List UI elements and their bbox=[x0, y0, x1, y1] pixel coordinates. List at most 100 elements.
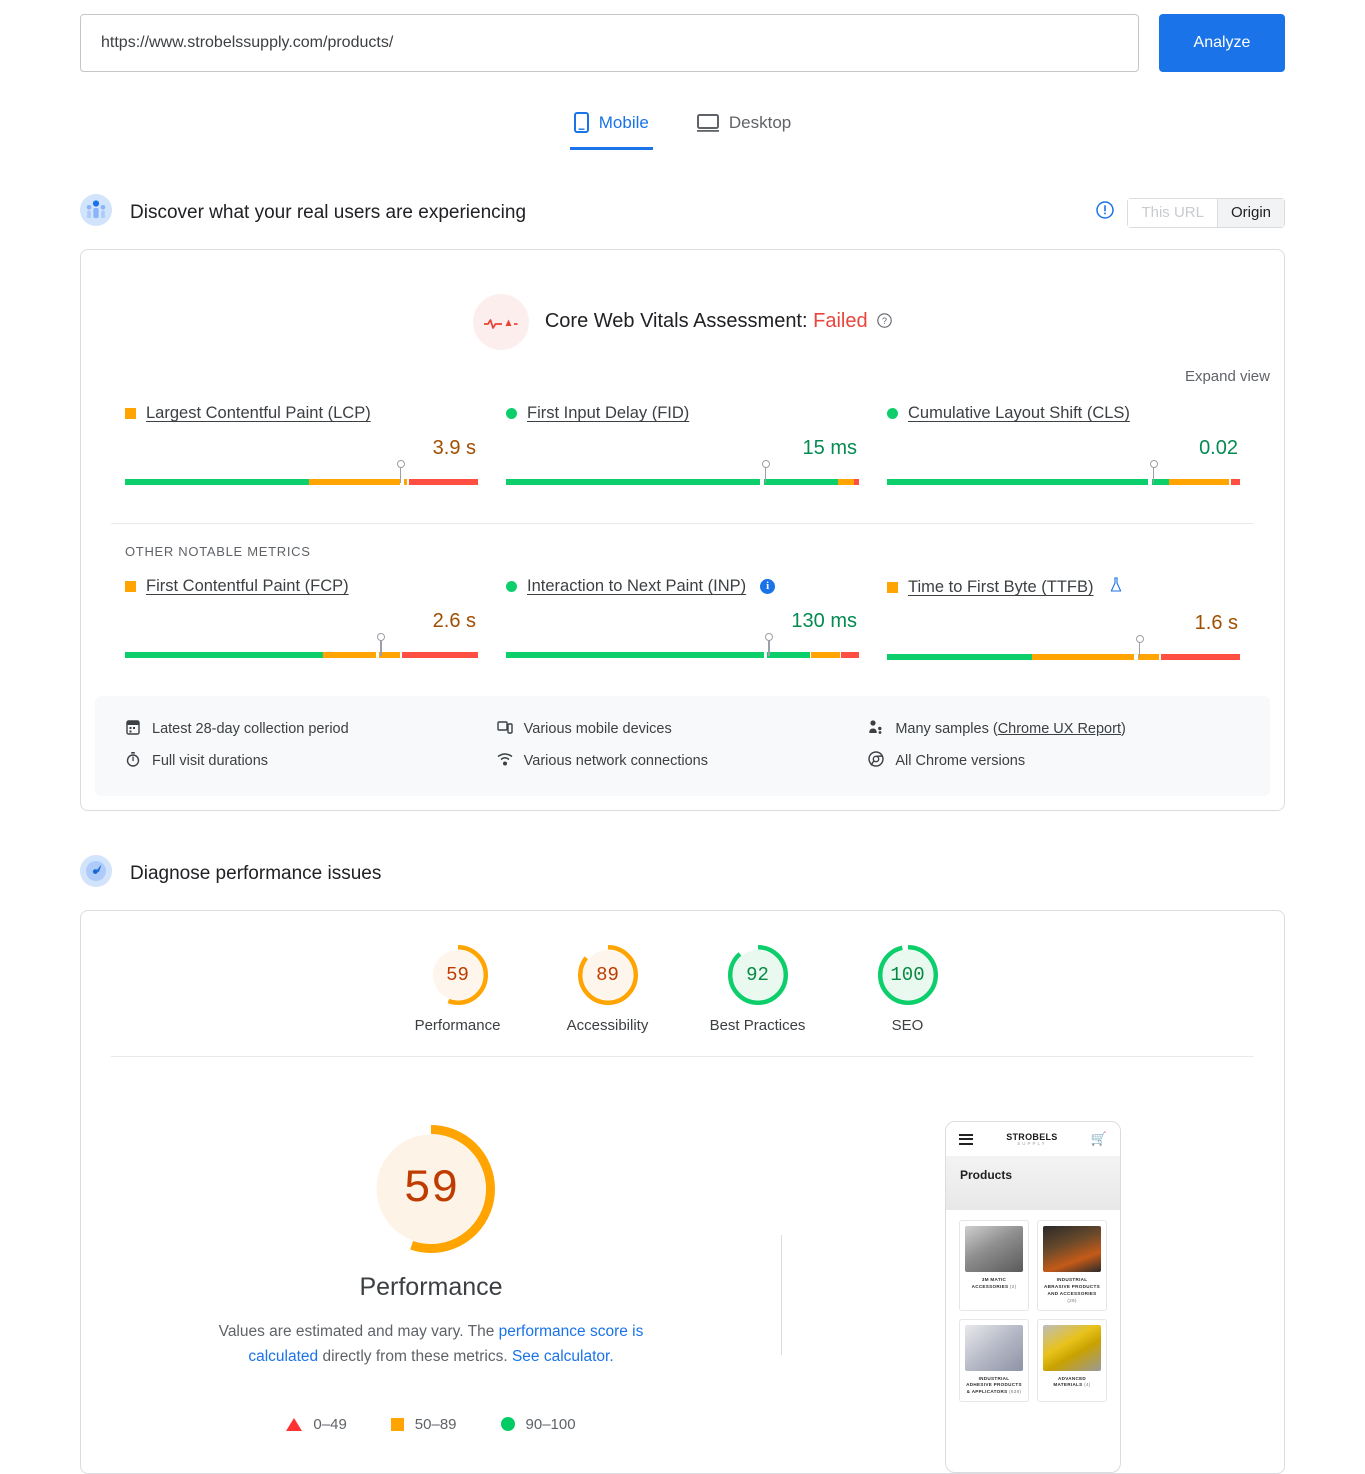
tab-desktop[interactable]: Desktop bbox=[693, 106, 795, 150]
samples-icon bbox=[868, 719, 884, 739]
needle-stem bbox=[399, 466, 402, 483]
product-caption: 3M MATIC ACCESSORIES (2) bbox=[971, 1277, 1017, 1289]
metric-name[interactable]: Cumulative Layout Shift (CLS) bbox=[908, 404, 1130, 423]
score-0[interactable]: 59 Performance bbox=[383, 945, 533, 1034]
cwv-assessment-prefix: Core Web Vitals Assessment: bbox=[544, 310, 814, 333]
meta-item-text: All Chrome versions bbox=[895, 753, 1026, 769]
screenshot-product-card: ADVANCED MATERIALS (4) bbox=[1037, 1318, 1107, 1403]
meta-item: Many samples (Chrome UX Report) bbox=[868, 713, 1240, 745]
metric-name[interactable]: Time to First Byte (TTFB) bbox=[908, 578, 1093, 597]
site-logo: STROBELS SUPPLY bbox=[973, 1132, 1091, 1146]
metric-header: First Input Delay (FID) bbox=[506, 404, 859, 423]
performance-summary: 59 Performance Values are estimated and … bbox=[81, 1115, 781, 1473]
see-calculator-link[interactable]: See calculator. bbox=[512, 1348, 614, 1365]
legend-circle-icon bbox=[500, 1417, 515, 1432]
metric-header: Largest Contentful Paint (LCP) bbox=[125, 404, 478, 423]
tab-mobile[interactable]: Mobile bbox=[569, 106, 653, 150]
other-notable-metrics-label: OTHER NOTABLE METRICS bbox=[125, 544, 311, 559]
bar-segment-green bbox=[767, 652, 810, 658]
field-section-title: Discover what your real users are experi… bbox=[130, 201, 527, 223]
url-input[interactable] bbox=[80, 14, 1139, 72]
svg-text:?: ? bbox=[882, 316, 887, 326]
needle-stem bbox=[380, 639, 382, 656]
hamburger-icon bbox=[959, 1131, 973, 1147]
bar-segment-orange bbox=[811, 652, 840, 658]
scope-this-url-button[interactable]: This URL bbox=[1127, 197, 1217, 228]
chrome-ux-report-link[interactable]: Chrome UX Report bbox=[998, 721, 1121, 737]
scope-control: This URL Origin bbox=[1096, 197, 1285, 228]
meta-item: Various mobile devices bbox=[496, 713, 869, 745]
metric-value: 2.6 s bbox=[432, 610, 476, 632]
metric-distribution-bar bbox=[125, 460, 478, 493]
score-label: SEO bbox=[891, 1017, 924, 1034]
metric-header: Interaction to Next Paint (INP) i bbox=[506, 577, 859, 596]
info-icon[interactable] bbox=[1096, 201, 1115, 224]
bar-segment-orange bbox=[837, 479, 854, 485]
needle-stem bbox=[764, 466, 767, 483]
score-gauge: 89 bbox=[577, 945, 638, 1005]
metric-core-1: First Input Delay (FID) 15 ms bbox=[492, 404, 873, 493]
help-icon[interactable]: ? bbox=[872, 311, 893, 333]
metric-name[interactable]: First Contentful Paint (FCP) bbox=[146, 577, 349, 596]
bar-segment-orange bbox=[379, 652, 401, 658]
needle-head bbox=[1135, 635, 1144, 643]
page-screenshot-thumbnail: STROBELS SUPPLY 🛒 Products 3M MATIC ACCE… bbox=[945, 1121, 1121, 1473]
metric-name[interactable]: Largest Contentful Paint (LCP) bbox=[146, 404, 371, 423]
lighthouse-card: 59 Performance 89 Accessibility 92 Best … bbox=[80, 910, 1285, 1474]
metric-name[interactable]: First Input Delay (FID) bbox=[527, 404, 689, 423]
bar-segment-red bbox=[853, 479, 859, 485]
performance-gauge: 59 bbox=[367, 1125, 495, 1253]
cart-icon: 🛒 bbox=[1090, 1131, 1107, 1146]
score-3[interactable]: 100 SEO bbox=[833, 945, 983, 1034]
core-metrics-row: Largest Contentful Paint (LCP) 3.9 s Fir… bbox=[81, 386, 1284, 493]
experiment-flask-icon[interactable] bbox=[1109, 577, 1123, 598]
meta-item: All Chrome versions bbox=[868, 745, 1240, 777]
meta-column-2: Many samples (Chrome UX Report) All Chro… bbox=[868, 713, 1240, 777]
perf-desc-mid: directly from these metrics. bbox=[318, 1347, 512, 1365]
product-image bbox=[965, 1226, 1023, 1272]
tab-desktop-label: Desktop bbox=[728, 112, 792, 132]
legend-triangle-icon bbox=[286, 1417, 303, 1431]
analyze-button[interactable]: Analyze bbox=[1159, 14, 1285, 72]
metric-needle bbox=[1149, 460, 1158, 483]
scope-segmented-control: This URL Origin bbox=[1127, 197, 1285, 228]
score-2[interactable]: 92 Best Practices bbox=[683, 945, 833, 1034]
meta-column-1: Various mobile devices Various network c… bbox=[496, 713, 869, 777]
screenshot-topbar: STROBELS SUPPLY 🛒 bbox=[946, 1122, 1120, 1156]
bar-segment-green bbox=[506, 479, 761, 485]
field-section-header: Discover what your real users are experi… bbox=[80, 194, 1285, 231]
mobile-icon bbox=[573, 112, 589, 133]
legend-label: 90–100 bbox=[525, 1415, 576, 1433]
needle-stem bbox=[768, 639, 770, 656]
bar-track bbox=[506, 652, 859, 658]
lab-section-title: Diagnose performance issues bbox=[130, 862, 382, 884]
legend-square-icon bbox=[390, 1417, 404, 1431]
score-label: Performance bbox=[414, 1017, 501, 1034]
cwv-assessment-result: Failed bbox=[813, 310, 868, 333]
metric-other-1: Interaction to Next Paint (INP) i 130 ms bbox=[492, 577, 873, 668]
bar-segment-orange bbox=[1137, 654, 1159, 660]
bar-segment-red bbox=[402, 652, 478, 658]
needle-head bbox=[761, 460, 770, 468]
screenshot-hero-title: Products bbox=[960, 1168, 1013, 1182]
metric-name[interactable]: Interaction to Next Paint (INP) bbox=[527, 577, 746, 596]
screenshot-product-card: INDUSTRIAL ADHESIVE PRODUCTS & APPLICATO… bbox=[959, 1318, 1029, 1403]
product-image bbox=[1043, 1226, 1101, 1272]
metric-value: 3.9 s bbox=[432, 437, 476, 459]
meta-item-text: Latest 28-day collection period bbox=[152, 721, 349, 737]
tab-mobile-label: Mobile bbox=[598, 112, 649, 132]
score-1[interactable]: 89 Accessibility bbox=[533, 945, 683, 1034]
metric-value: 15 ms bbox=[802, 437, 857, 459]
metric-status-dot bbox=[506, 581, 517, 592]
score-gauge: 59 bbox=[427, 945, 488, 1005]
bar-segment-orange bbox=[1169, 479, 1230, 485]
metric-status-square bbox=[125, 581, 136, 592]
metric-needle bbox=[765, 633, 774, 656]
metric-distribution-bar bbox=[887, 635, 1240, 668]
score-gauge: 92 bbox=[727, 945, 788, 1005]
inp-info-badge[interactable]: i bbox=[760, 579, 776, 594]
scope-origin-button[interactable]: Origin bbox=[1216, 197, 1285, 228]
score-value: 100 bbox=[890, 964, 925, 986]
bar-segment-green bbox=[125, 479, 309, 485]
expand-view-link[interactable]: Expand view bbox=[1185, 368, 1270, 385]
